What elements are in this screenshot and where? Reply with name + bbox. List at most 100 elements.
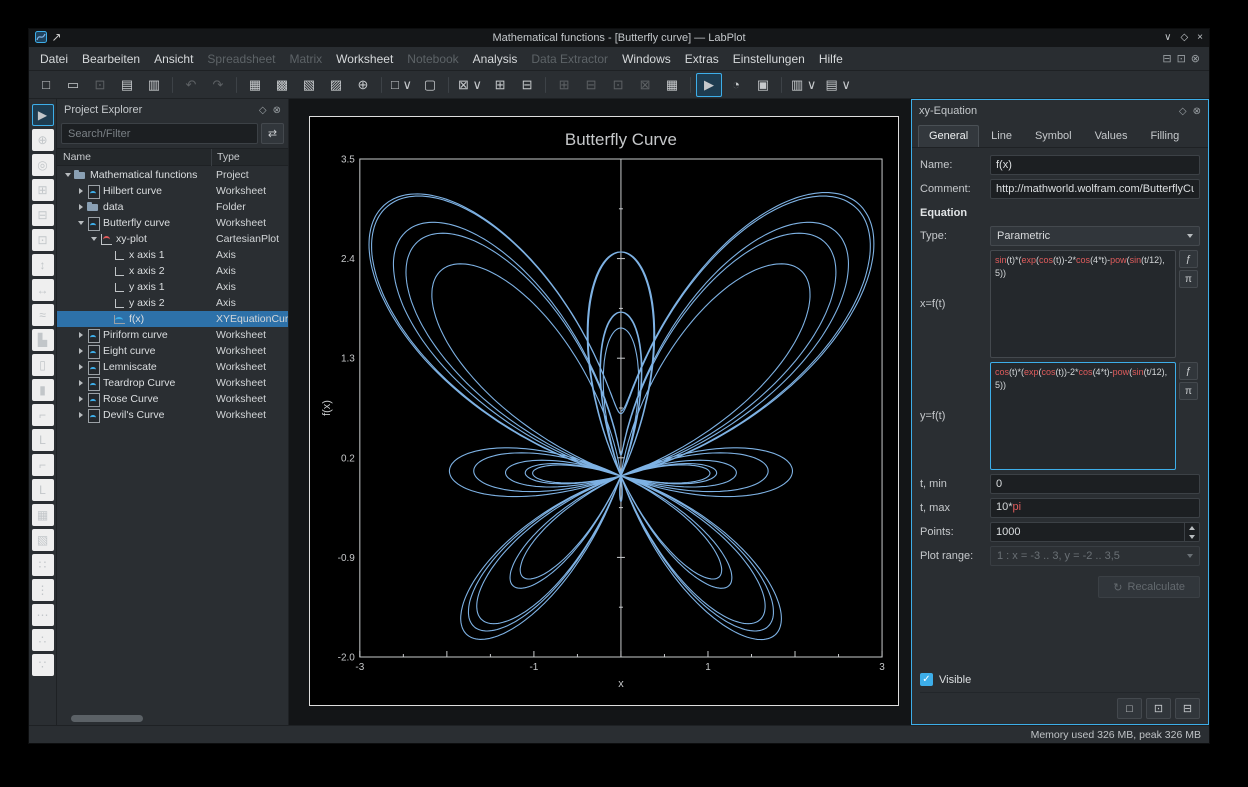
expander-icon[interactable] [75,375,87,391]
tool-add-axis-right-button[interactable]: ⌐ [31,454,54,476]
name-input[interactable] [990,155,1200,175]
expander-icon[interactable] [75,183,87,199]
tool-select-button[interactable]: ▶ [31,104,54,126]
float-dock-icon[interactable]: ◇ [259,105,267,116]
save-default-button[interactable]: ⊟ [1175,698,1200,719]
close-dock-icon[interactable]: ⊗ [273,105,281,116]
menu-extras[interactable]: Extras [678,47,726,71]
tab-symbol[interactable]: Symbol [1024,125,1083,147]
toolbar-new-folder-button[interactable]: ▢ [417,73,443,97]
tool-add-barplot-button[interactable]: ▮ [31,379,54,401]
expander-icon[interactable] [75,359,87,375]
toolbar-redo-button[interactable]: ↷ [205,73,231,97]
toolbar-new-datapicker-button[interactable]: ⊕ [350,73,376,97]
tree-row-mathematical-functions[interactable]: Mathematical functions Project [57,167,288,183]
toolbar-new-spreadsheet-button[interactable]: ▦ [242,73,268,97]
toolbar-zoom-fit-button[interactable]: ⊞ [487,73,513,97]
menu-matrix[interactable]: Matrix [282,47,329,71]
menu-bearbeiten[interactable]: Bearbeiten [75,47,147,71]
toolbar-arrange-dropdown[interactable]: ▤ ∨ [821,73,854,97]
t-max-input[interactable]: 10* pi [990,498,1200,518]
toolbar-zoom-dropdown[interactable]: ⊠ ∨ [454,73,486,97]
mdi-close-icon[interactable]: ⊗ [1191,52,1200,65]
tree-row-piriform-curve[interactable]: Piriform curve Worksheet [57,327,288,343]
tree-row-x-axis-1[interactable]: x axis 1 Axis [57,247,288,263]
load-template-button[interactable]: □ [1117,698,1142,719]
minimize-button[interactable]: ∨ [1164,33,1171,43]
toolbar-print-button[interactable]: ▤ [114,73,140,97]
expander-icon[interactable] [75,215,87,231]
tree-row-devils-curve[interactable]: Devil's Curve Worksheet [57,407,288,423]
tree-row-lemniscate[interactable]: Lemniscate Worksheet [57,359,288,375]
column-header-name[interactable]: Name [63,149,91,166]
tree-row-eight-curve[interactable]: Eight curve Worksheet [57,343,288,359]
comment-input[interactable] [990,179,1200,199]
expander-icon[interactable] [88,231,100,247]
spin-up-icon[interactable] [1185,523,1199,532]
toolbar-navigate-mode-button[interactable]: ▶ [696,72,723,97]
tool-add-cartesian-plot-button[interactable]: ▦ [31,504,54,526]
visible-checkbox[interactable]: ✓ [920,673,933,686]
points-stepper[interactable] [990,522,1200,542]
expander-icon[interactable] [75,391,87,407]
menu-data-extractor[interactable]: Data Extractor [524,47,615,71]
mdi-minimize-icon[interactable]: ⊟ [1162,52,1171,65]
save-template-button[interactable]: ⊡ [1146,698,1171,719]
tree-row-data[interactable]: data Folder [57,199,288,215]
menu-worksheet[interactable]: Worksheet [329,47,400,71]
tool-add-histogram-button[interactable]: ▙ [31,329,54,351]
tool-zoom-y-button[interactable]: ⊡ [31,229,54,251]
float-dock-icon[interactable]: ◇ [1179,106,1187,117]
tree-row-y-axis-1[interactable]: y axis 1 Axis [57,279,288,295]
plot-svg[interactable]: Butterfly Curve 3.5 2.4 1.3 0.2 -0.9 -2.0-3 -1 1… [310,117,898,705]
expander-icon[interactable] [75,199,87,215]
tool-add-curve-button[interactable]: ≈ [31,304,54,326]
tree-row-hilbert-curve[interactable]: Hilbert curve Worksheet [57,183,288,199]
tool-shift-vertical-button[interactable]: ↕ [31,254,54,276]
tool-align-grid-button[interactable]: ∷ [31,554,54,576]
close-dock-icon[interactable]: ⊗ [1193,106,1201,117]
tree-row-fx[interactable]: f(x) XYEquationCurve [57,311,288,327]
expander-icon[interactable] [75,327,87,343]
maximize-button[interactable]: ◇ [1180,33,1188,43]
menu-ansicht[interactable]: Ansicht [147,47,200,71]
worksheet-page[interactable]: Butterfly Curve 3.5 2.4 1.3 0.2 -0.9 -2.0 -3 -1 1… [309,116,899,706]
tree-row-x-axis-2[interactable]: x axis 2 Axis [57,263,288,279]
tool-snap-button[interactable]: ∵ [31,654,54,676]
expander-icon[interactable] [75,343,87,359]
tool-add-axis-bottom-button[interactable]: L [31,479,54,501]
tool-distribute-button[interactable]: ∴ [31,629,54,651]
toolbar-print-preview-button[interactable]: ▥ [141,73,167,97]
column-header-type[interactable]: Type [211,149,240,166]
tree-row-rose-curve[interactable]: Rose Curve Worksheet [57,391,288,407]
search-input[interactable] [61,123,258,144]
expander-icon[interactable] [62,167,74,183]
y-equation-input[interactable]: cos(t)*(exp(cos(t))-2*cos(4*t)-pow(sin(t… [990,362,1176,470]
toolbar-new-matrix-button[interactable]: ▩ [269,73,295,97]
tab-general[interactable]: General [918,125,980,147]
toolbar-new-project-button[interactable]: □ [33,73,59,97]
toolbar-layout-dropdown[interactable]: ▥ ∨ [787,73,820,97]
toolbar-open-project-button[interactable]: ▭ [60,73,86,97]
tab-line[interactable]: Line [980,125,1023,147]
tree-row-y-axis-2[interactable]: y axis 2 Axis [57,295,288,311]
tab-values[interactable]: Values [1084,125,1139,147]
menu-analysis[interactable]: Analysis [466,47,525,71]
type-combo[interactable]: Parametric [990,226,1200,246]
toolbar-new-notebook-button[interactable]: ▨ [323,73,349,97]
tree-row-butterfly-curve[interactable]: Butterfly curve Worksheet [57,215,288,231]
tool-shift-horizontal-button[interactable]: ↔ [31,279,54,301]
tool-add-axis-left-button[interactable]: L [31,429,54,451]
menu-notebook[interactable]: Notebook [400,47,465,71]
tool-add-axis-top-button[interactable]: ⌐ [31,404,54,426]
menu-datei[interactable]: Datei [33,47,75,71]
tree-row-teardrop-curve[interactable]: Teardrop Curve Worksheet [57,375,288,391]
tree-row-xy-plot[interactable]: xy-plot CartesianPlot [57,231,288,247]
tool-align-horizontal-button[interactable]: ⋯ [31,604,54,626]
toolbar-zoom-original-button[interactable]: ⊟ [514,73,540,97]
tool-zoom-x-button[interactable]: ⊟ [31,204,54,226]
spin-down-icon[interactable] [1185,532,1199,541]
toolbar-fullscreen-button[interactable]: ▣ [750,73,776,97]
toolbar-add-plot-button[interactable]: ▦ [659,73,685,97]
horizontal-scrollbar[interactable] [71,715,143,722]
